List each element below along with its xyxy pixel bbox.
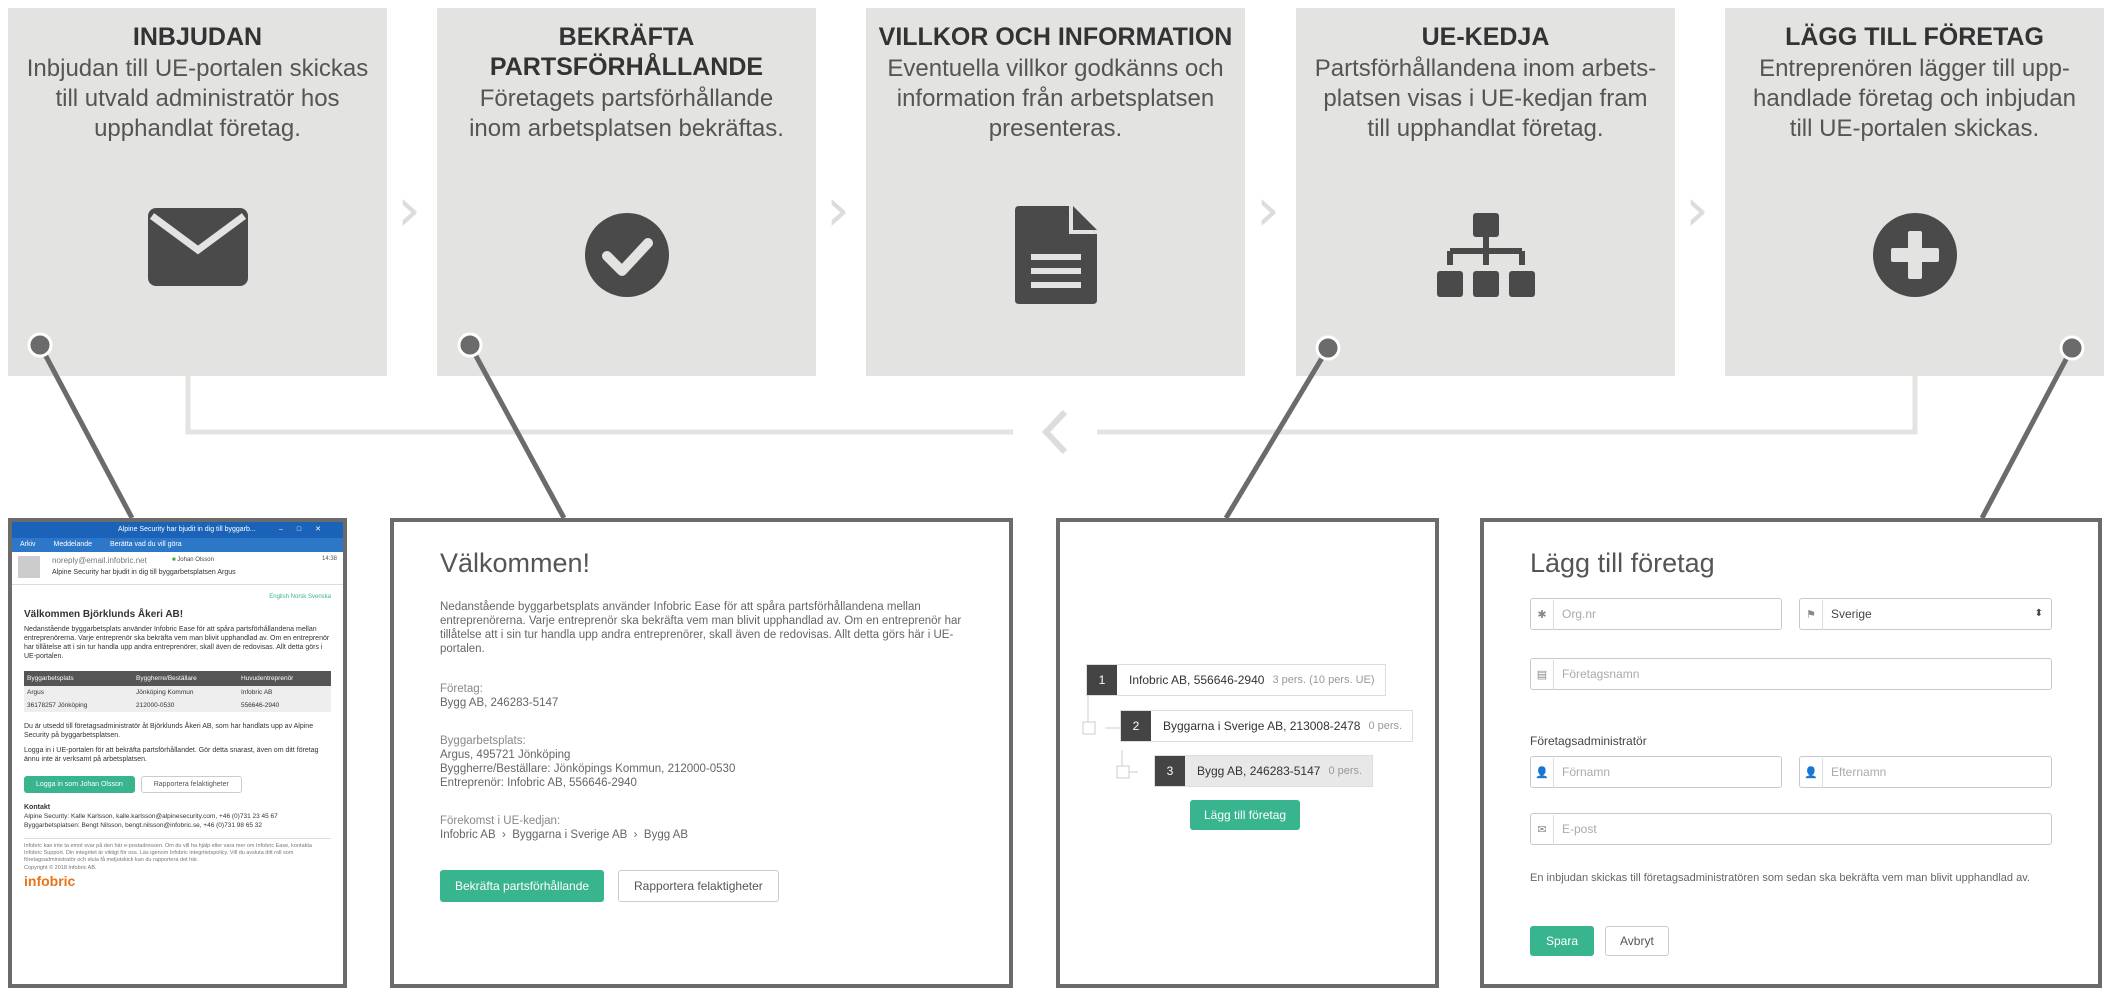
invite-note: En inbjudan skickas till företagsadminis…	[1530, 872, 2030, 884]
level-badge: 3	[1155, 756, 1185, 786]
level-badge: 1	[1087, 665, 1117, 695]
email-screenshot: Alpine Security har bjudit in dig till b…	[8, 518, 347, 988]
window-controls[interactable]: –□✕	[279, 522, 335, 538]
site-line: Byggherre/Beställare: Jönköpings Kommun,…	[440, 763, 736, 775]
page-title: Välkommen!	[440, 548, 591, 578]
email-subject: Alpine Security har bjudit in dig till b…	[52, 569, 236, 576]
email-sender: noreply@email.infobric.net	[52, 556, 147, 565]
firstname-field[interactable]: 👤 Förnamn	[1530, 756, 1782, 788]
chain-company: Bygg AB, 246283-5147	[1197, 764, 1321, 778]
report-error-button[interactable]: Rapportera felaktigheter	[618, 870, 779, 902]
infobric-logo: infobric	[24, 873, 76, 889]
select-arrows-icon: ⬍	[2034, 608, 2043, 619]
building-icon: ▤	[1531, 660, 1554, 690]
menu-tellme[interactable]: Berätta vad du vill göra	[110, 541, 182, 548]
confirm-screenshot: Välkommen! Nedanstående byggarbetsplats …	[390, 518, 1013, 988]
chain-company: Infobric AB, 556646-2940	[1129, 673, 1265, 687]
email-para-admin: Du är utsedd till företagsadministratör …	[24, 723, 314, 739]
company-name-field[interactable]: ▤ Företagsnamn	[1530, 658, 2052, 690]
add-company-button[interactable]: Lägg till företag	[1190, 800, 1301, 830]
chain-count: 0 pers.	[1328, 765, 1363, 777]
level-badge: 2	[1121, 711, 1151, 741]
orgnr-field[interactable]: ✱ Org.nr	[1530, 598, 1782, 630]
login-button[interactable]: Logga in som Johan Olsson	[24, 776, 135, 793]
admin-label: Företagsadministratör	[1530, 734, 1647, 748]
avatar	[18, 556, 40, 578]
add-company-screenshot: Lägg till företag ✱ Org.nr ⚑ Sverige ⬍ ▤ För…	[1480, 518, 2102, 988]
site-line: Entreprenör: Infobric AB, 556646-2940	[440, 777, 637, 789]
form-title: Lägg till företag	[1530, 548, 1715, 578]
email-heading: Välkommen Björklunds Åkeri AB!	[24, 609, 184, 620]
email-para-login: Logga in i UE-portalen för att bekräfta …	[24, 747, 319, 763]
chain-count: 0 pers.	[1368, 720, 1403, 732]
user-icon: 👤	[1800, 758, 1823, 788]
email-recipient: ■ Johan Olsson	[172, 557, 214, 563]
menu-file[interactable]: Arkiv	[20, 541, 36, 548]
country-select[interactable]: ⚑ Sverige ⬍	[1799, 598, 2052, 630]
contact-title: Kontakt	[24, 804, 51, 811]
confirm-intro: Nedanstående byggarbetsplats använder In…	[440, 601, 962, 655]
company-value: Bygg AB, 246283-5147	[440, 697, 559, 709]
language-links[interactable]: English Norsk Svenska	[24, 593, 331, 602]
email-intro: Nedanstående byggarbetsplats använder In…	[24, 626, 330, 660]
contact-line: Byggarbetsplatsen: Bengt Nilsson, bengt.…	[24, 822, 263, 829]
email-header: noreply@email.infobric.net ■ Johan Olsso…	[12, 552, 343, 585]
email-titlebar: Alpine Security har bjudit in dig till b…	[12, 522, 343, 538]
save-button[interactable]: Spara	[1530, 926, 1595, 956]
asterisk-icon: ✱	[1531, 600, 1554, 630]
site-label: Byggarbetsplats:	[440, 735, 526, 747]
chain-item-3[interactable]: 3 Bygg AB, 246283-5147 0 pers.	[1154, 755, 1374, 787]
envelope-icon: ✉	[1531, 815, 1554, 845]
chain-breadcrumb: Infobric AB › Byggarna i Sverige AB › By…	[440, 829, 689, 841]
email-field[interactable]: ✉ E-post	[1530, 813, 2052, 845]
copyright: Copyright © 2018 Infobric AB.	[24, 865, 97, 871]
contact-line: Alpine Security: Kalle Karlsson, kalle.k…	[24, 813, 278, 820]
user-icon: 👤	[1531, 758, 1554, 788]
chain-label: Förekomst i UE-kedjan:	[440, 815, 561, 827]
email-window-title: Alpine Security har bjudit in dig till b…	[118, 526, 256, 533]
email-time: 14:38	[321, 556, 337, 562]
cancel-button[interactable]: Avbryt	[1605, 926, 1669, 956]
flag-icon: ⚑	[1800, 600, 1823, 630]
chain-count: 3 pers. (10 pers. UE)	[1272, 674, 1375, 686]
chain-item-2[interactable]: 2 Byggarna i Sverige AB, 213008-2478 0 p…	[1120, 710, 1414, 742]
confirm-relationship-button[interactable]: Bekräfta partsförhållande	[440, 870, 605, 902]
site-table: Byggarbetsplats Byggherre/Beställare Huvud…	[24, 671, 331, 712]
site-line: Argus, 495721 Jönköping	[440, 749, 571, 761]
menu-message[interactable]: Meddelande	[54, 541, 93, 548]
tree-lines	[1082, 678, 1138, 779]
company-label: Företag:	[440, 683, 483, 695]
email-menu: Arkiv Meddelande Berätta vad du vill gör…	[12, 538, 343, 552]
report-button[interactable]: Rapportera felaktigheter	[140, 776, 242, 793]
chain-item-1[interactable]: 1 Infobric AB, 556646-2940 3 pers. (10 p…	[1086, 664, 1386, 696]
ue-chain-screenshot: 1 Infobric AB, 556646-2940 3 pers. (10 p…	[1056, 518, 1439, 988]
lastname-field[interactable]: 👤 Efternamn	[1799, 756, 2052, 788]
email-footer: Infobric kan inte ta emot svar på den hä…	[24, 838, 331, 864]
chain-company: Byggarna i Sverige AB, 213008-2478	[1163, 719, 1361, 733]
